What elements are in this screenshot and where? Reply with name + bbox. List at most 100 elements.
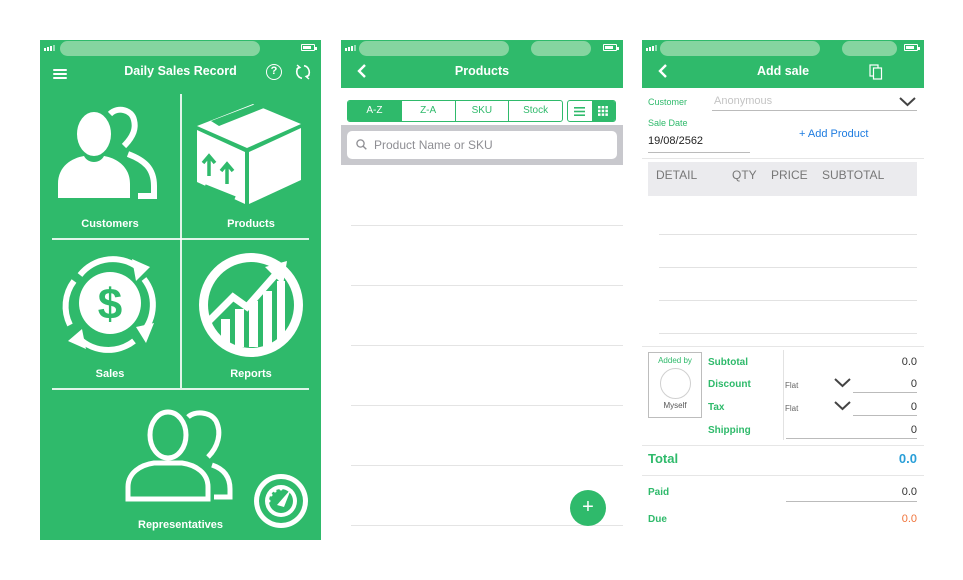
table-row-divider — [659, 300, 917, 301]
reports-chart-icon — [199, 253, 303, 357]
status-bar — [642, 40, 924, 58]
customer-input[interactable]: Anonymous — [714, 95, 772, 107]
products-screen: Products A-Z Z-A SKU Stock Product Name … — [341, 40, 623, 540]
search-input[interactable]: Product Name or SKU — [347, 131, 617, 159]
grid-view-icon — [598, 106, 609, 116]
battery-icon — [904, 44, 920, 51]
sort-segmented-control: A-Z Z-A SKU Stock — [347, 100, 563, 122]
grid-view-button[interactable] — [591, 101, 615, 121]
sort-tab[interactable]: Z-A — [402, 101, 456, 121]
view-toggle — [567, 100, 616, 122]
status-blur — [660, 41, 820, 56]
status-bar — [341, 40, 623, 58]
discount-type[interactable]: Flat — [785, 381, 798, 390]
representatives-icon — [125, 409, 233, 502]
list-row-divider — [351, 285, 623, 286]
added-by-label: Added by — [658, 356, 692, 365]
sale-date-field[interactable]: 19/08/2562 — [648, 135, 703, 147]
svg-text:$: $ — [98, 280, 122, 329]
signal-icon — [44, 45, 55, 51]
qty-header: QTY — [732, 168, 757, 182]
add-product-link[interactable]: + Add Product — [799, 128, 868, 140]
list-row-divider — [351, 405, 623, 406]
status-blur — [842, 41, 897, 56]
refresh-icon[interactable] — [294, 63, 312, 81]
sale-date-underline — [648, 152, 750, 153]
tax-underline — [853, 415, 917, 416]
list-view-icon — [574, 106, 586, 116]
tile-reports-label: Reports — [230, 368, 272, 380]
section-divider — [642, 346, 924, 347]
sales-dollar-icon: $ — [62, 256, 156, 353]
status-blur — [359, 41, 509, 56]
price-header: PRICE — [771, 168, 808, 182]
copy-icon[interactable] — [869, 64, 883, 80]
paid-label: Paid — [648, 487, 670, 498]
subtotal-header: SUBTOTAL — [822, 168, 885, 182]
discount-label: Discount — [708, 379, 751, 390]
summary-divider — [783, 350, 784, 440]
list-row-divider — [351, 465, 623, 466]
tile-products[interactable]: Products — [181, 94, 321, 238]
chevron-down-icon[interactable] — [834, 378, 851, 388]
due-label: Due — [648, 514, 667, 525]
shipping-label: Shipping — [708, 425, 751, 436]
search-placeholder: Product Name or SKU — [374, 138, 493, 152]
shipping-value[interactable]: 0 — [911, 424, 917, 436]
discount-underline — [853, 392, 917, 393]
customers-icon — [58, 106, 157, 199]
search-icon — [356, 139, 367, 150]
status-blur — [531, 41, 591, 56]
sort-tab[interactable]: SKU — [456, 101, 510, 121]
table-row-divider — [659, 234, 917, 235]
total-label: Total — [648, 451, 679, 466]
sale-date-label: Sale Date — [648, 118, 688, 128]
section-divider — [642, 475, 924, 476]
subtotal-label: Subtotal — [708, 357, 748, 368]
due-value: 0.0 — [901, 513, 917, 525]
tax-label: Tax — [708, 402, 725, 413]
page-title: Products — [454, 64, 510, 78]
list-row-divider — [351, 225, 623, 226]
added-by-card[interactable]: Added by Myself — [648, 352, 702, 418]
help-icon[interactable]: ? — [266, 64, 282, 80]
list-row-divider — [351, 345, 623, 346]
sort-tab[interactable]: Stock — [509, 101, 562, 121]
items-table-header: DETAIL QTY PRICE SUBTOTAL — [648, 162, 917, 196]
detail-header: DETAIL — [656, 168, 698, 182]
battery-icon — [603, 44, 619, 51]
discount-value[interactable]: 0 — [911, 378, 917, 390]
products-box-icon — [197, 102, 301, 204]
add-sale-screen: Add sale Customer Anonymous Sale Date 19… — [642, 40, 924, 540]
avatar — [660, 368, 691, 399]
tile-customers-label: Customers — [81, 218, 139, 230]
chevron-down-icon[interactable] — [899, 97, 916, 107]
signal-icon — [345, 45, 356, 51]
status-bar — [40, 40, 321, 58]
added-by-name: Myself — [663, 401, 687, 410]
signal-icon — [646, 45, 657, 51]
shipping-underline — [786, 438, 917, 439]
subtotal-value: 0.0 — [901, 356, 917, 368]
paid-value[interactable]: 0.0 — [902, 486, 917, 498]
chevron-down-icon[interactable] — [834, 401, 851, 411]
tile-customers[interactable]: Customers — [40, 94, 180, 238]
speedometer-icon[interactable] — [253, 473, 309, 529]
total-value: 0.0 — [898, 451, 917, 466]
table-row-divider — [659, 333, 917, 334]
paid-underline — [786, 501, 917, 502]
list-view-button[interactable] — [568, 101, 592, 121]
tile-sales[interactable]: $ Sales — [40, 239, 180, 388]
tax-value[interactable]: 0 — [911, 401, 917, 413]
section-divider — [642, 445, 924, 446]
tile-sales-label: Sales — [95, 368, 125, 380]
customer-underline — [712, 110, 917, 111]
battery-icon — [301, 44, 317, 51]
tax-type[interactable]: Flat — [785, 404, 798, 413]
tile-products-label: Products — [227, 218, 275, 230]
home-screen: Daily Sales Record ? Customers Products … — [40, 40, 321, 540]
tile-reports[interactable]: Reports — [181, 239, 321, 388]
add-product-button[interactable]: + — [570, 490, 606, 526]
sort-tab[interactable]: A-Z — [348, 101, 402, 121]
table-row-divider — [659, 267, 917, 268]
